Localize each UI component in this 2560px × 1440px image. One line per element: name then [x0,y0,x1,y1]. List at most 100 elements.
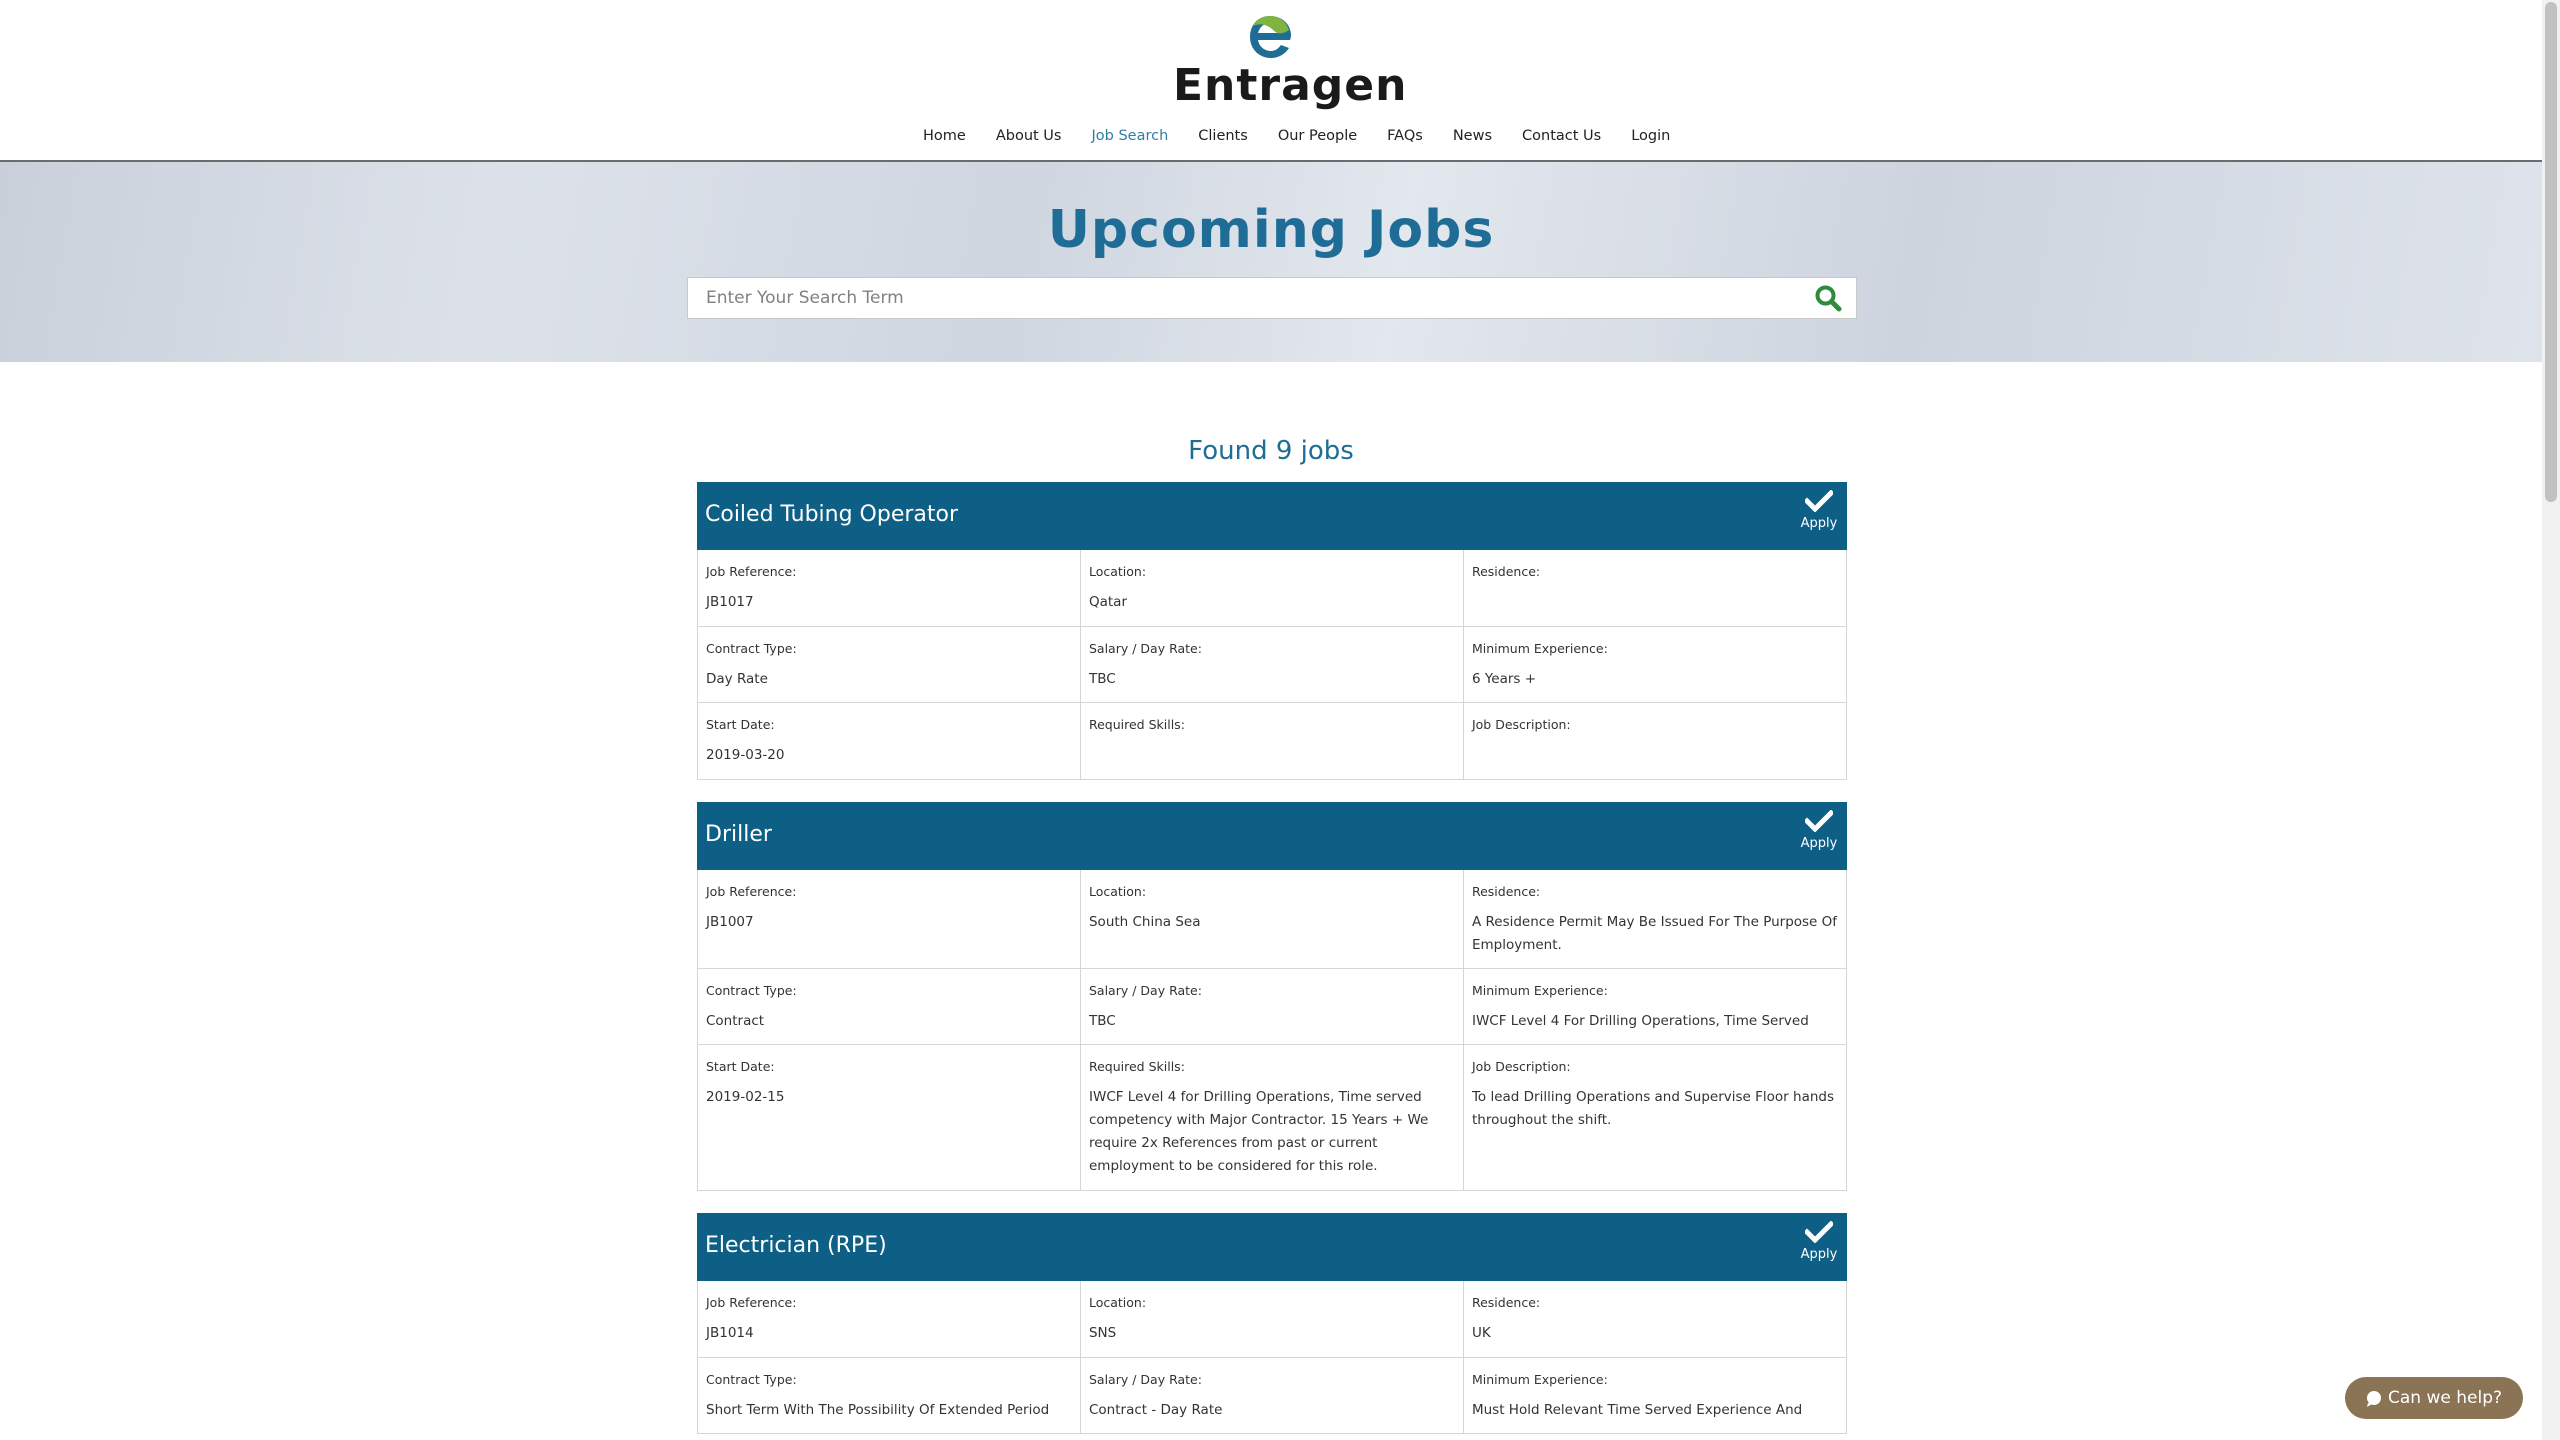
checkmark-icon [1805,490,1833,512]
field-label: Minimum Experience: [1471,641,1608,656]
field-label: Job Description: [1471,717,1571,732]
field-value: 6 Years + [1471,671,1537,687]
location-cell: Location: SNS [1080,1281,1464,1358]
field-value: JB1017 [706,594,754,610]
field-label: Residence: [1471,884,1541,899]
field-value: 2019-02-15 [706,1089,785,1105]
field-value: South China Sea [1088,914,1201,930]
chat-label: Can we help? [2388,1388,2503,1408]
job-card: Electrician (RPE) Apply Job Reference: JB… [697,1213,1847,1434]
residence-cell: Residence: A Residence Permit May Be Issu… [1463,870,1847,969]
field-value: TBC [1088,671,1116,687]
checkmark-icon [1805,810,1833,832]
field-label: Salary / Day Rate: [1088,983,1202,998]
field-label: Residence: [1471,564,1541,579]
contract-type-cell: Contract Type: Day Rate [698,627,1081,703]
job-reference-cell: Job Reference: JB1014 [698,1281,1081,1358]
job-description-cell: Job Description: [1463,703,1847,780]
nav-list: Home About Us Job Search Clients Our Peo… [908,118,1685,172]
job-card: Driller Apply Job Reference: JB1007 Locat… [697,802,1847,1191]
page-scrollbar[interactable] [2542,0,2560,1440]
job-title[interactable]: Driller [705,822,772,847]
apply-button[interactable]: Apply [1799,810,1839,864]
start-date-cell: Start Date: 2019-03-20 [698,703,1081,780]
search-button[interactable] [1814,284,1844,314]
job-row: Contract Type: Day Rate Salary / Day Rate… [697,627,1847,703]
residence-cell: Residence: [1463,550,1847,627]
required-skills-cell: Required Skills: [1080,703,1464,780]
job-reference-cell: Job Reference: JB1007 [698,870,1081,969]
field-value: IWCF Level 4 for Drilling Operations, Ti… [1088,1089,1429,1174]
field-label: Residence: [1471,1295,1541,1310]
job-row: Job Reference: JB1014 Location: SNS Reside… [697,1281,1847,1358]
job-row: Contract Type: Short Term With The Possib… [697,1358,1847,1434]
residence-cell: Residence: UK [1463,1281,1847,1358]
field-value: Must Hold Relevant Time Served Experienc… [1471,1402,1803,1418]
field-value: Day Rate [706,671,768,687]
apply-label: Apply [1800,1247,1838,1262]
search-icon [1815,285,1842,312]
checkmark-icon [1805,1221,1833,1243]
location-cell: Location: Qatar [1080,550,1464,627]
field-label: Job Reference: [706,1295,797,1310]
field-label: Required Skills: [1088,717,1185,732]
site-header: Entragen Home About Us Job Search Client… [0,0,2542,172]
apply-button[interactable]: Apply [1799,490,1839,544]
field-value: Qatar [1088,594,1127,610]
job-row: Start Date: 2019-02-15 Required Skills: IW… [697,1045,1847,1191]
field-label: Location: [1088,564,1147,579]
field-value: JB1007 [706,914,754,930]
field-label: Location: [1088,884,1147,899]
field-label: Salary / Day Rate: [1088,641,1202,656]
field-value: Short Term With The Possibility Of Exten… [706,1402,1050,1418]
chat-bubble-icon [2367,1391,2381,1407]
hero-banner: Upcoming Jobs [0,162,2542,362]
results-count: Found 9 jobs [1188,436,1354,466]
job-description-cell: Job Description: To lead Drilling Operati… [1463,1045,1847,1191]
salary-cell: Salary / Day Rate: TBC [1080,627,1464,703]
field-label: Job Reference: [706,884,797,899]
salary-cell: Salary / Day Rate: Contract - Day Rate [1080,1358,1464,1434]
job-title[interactable]: Electrician (RPE) [705,1233,887,1258]
location-cell: Location: South China Sea [1080,870,1464,969]
search-input[interactable] [688,278,1798,318]
scrollbar-thumb[interactable] [2545,2,2557,502]
field-value: SNS [1088,1325,1117,1341]
salary-cell: Salary / Day Rate: TBC [1080,969,1464,1045]
site-logo[interactable]: Entragen [1173,12,1406,110]
field-label: Start Date: [706,1059,775,1074]
field-label: Location: [1088,1295,1147,1310]
job-title[interactable]: Coiled Tubing Operator [705,502,958,527]
apply-button[interactable]: Apply [1799,1221,1839,1275]
job-row: Contract Type: Contract Salary / Day Rate… [697,969,1847,1045]
page-title: Upcoming Jobs [1047,200,1495,260]
job-card: Coiled Tubing Operator Apply Job Referen… [697,482,1847,780]
field-label: Required Skills: [1088,1059,1185,1074]
apply-label: Apply [1800,516,1838,531]
field-value: Contract [706,1013,765,1029]
field-value: IWCF Level 4 For Drilling Operations, Ti… [1471,1013,1809,1029]
required-skills-cell: Required Skills: IWCF Level 4 for Drillin… [1080,1045,1464,1191]
field-label: Salary / Day Rate: [1088,1372,1202,1387]
field-label: Contract Type: [706,641,797,656]
min-experience-cell: Minimum Experience: IWCF Level 4 For Dril… [1463,969,1847,1045]
chat-widget-button[interactable]: Can we help? [2345,1377,2523,1419]
field-label: Minimum Experience: [1471,983,1608,998]
field-value: A Residence Permit May Be Issued For The… [1471,914,1838,953]
job-row: Start Date: 2019-03-20 Required Skills: J… [697,703,1847,780]
field-label: Contract Type: [706,1372,797,1387]
field-label: Contract Type: [706,983,797,998]
field-label: Start Date: [706,717,775,732]
field-label: Job Reference: [706,564,797,579]
job-header: Electrician (RPE) Apply [697,1213,1847,1281]
main-nav: Home About Us Job Search Clients Our Peo… [0,118,2542,172]
contract-type-cell: Contract Type: Contract [698,969,1081,1045]
contract-type-cell: Contract Type: Short Term With The Possib… [698,1358,1081,1434]
job-header: Driller Apply [697,802,1847,870]
field-value: To lead Drilling Operations and Supervis… [1471,1089,1835,1128]
start-date-cell: Start Date: 2019-02-15 [698,1045,1081,1191]
job-row: Job Reference: JB1017 Location: Qatar Resi… [697,550,1847,627]
job-header: Coiled Tubing Operator Apply [697,482,1847,550]
leaf-e-logo-icon [1250,16,1291,58]
job-row: Job Reference: JB1007 Location: South Chin… [697,870,1847,969]
